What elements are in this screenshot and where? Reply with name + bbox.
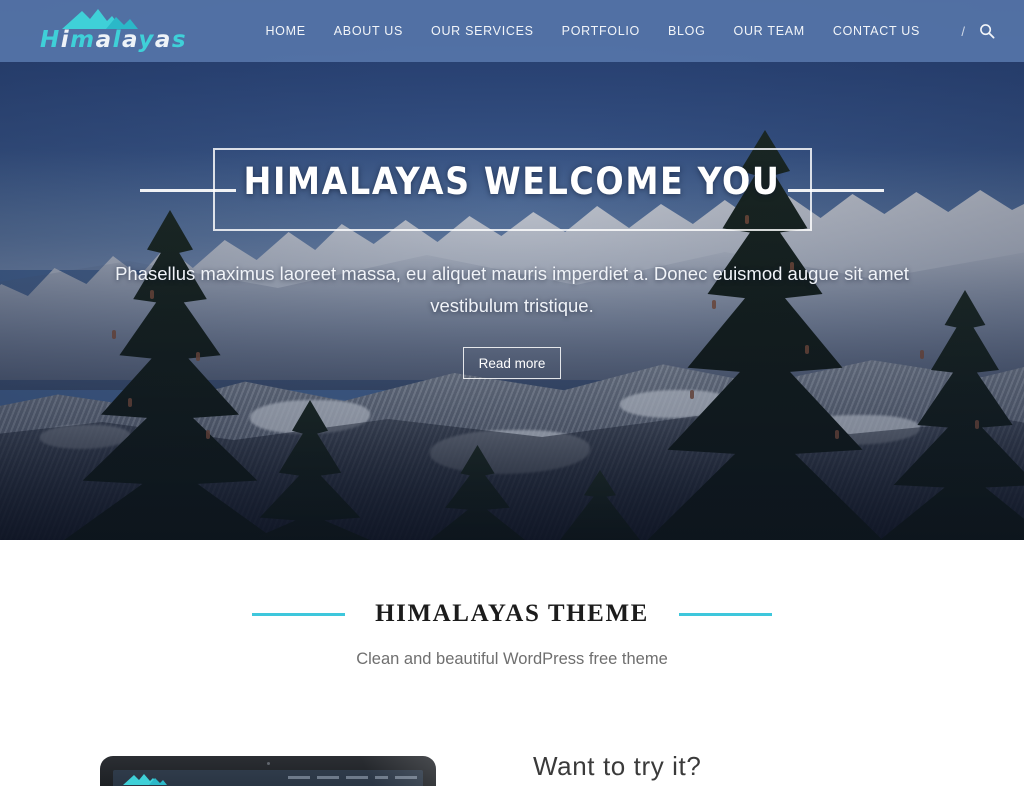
laptop-webcam <box>266 762 270 765</box>
mountain-logo-icon <box>122 772 168 786</box>
nav-separator: / <box>961 23 965 39</box>
header-tools: / <box>961 0 996 62</box>
section-subtitle: Clean and beautiful WordPress free theme <box>356 650 668 668</box>
laptop-mockup <box>100 756 436 786</box>
site-logo[interactable]: Himalayas <box>38 4 208 60</box>
promo-heading: Want to try it? <box>533 751 702 781</box>
nav-our-team[interactable]: OUR TEAM <box>720 0 819 62</box>
section-heading-row: HIMALAYAS THEME <box>0 600 1024 628</box>
section-title: HIMALAYAS THEME <box>375 600 649 627</box>
nav-blog[interactable]: BLOG <box>654 0 720 62</box>
theme-intro-section: HIMALAYAS THEME Clean and beautiful Word… <box>0 540 1024 786</box>
section-divider-left <box>252 612 346 616</box>
site-header: Himalayas HOME ABOUT US OUR SERVICES POR… <box>0 0 1024 62</box>
page-root: Himalayas HOME ABOUT US OUR SERVICES POR… <box>0 0 1024 786</box>
site-logo-text: Himalayas <box>40 27 188 53</box>
read-more-button[interactable]: Read more <box>463 347 561 379</box>
nav-home[interactable]: HOME <box>251 0 319 62</box>
hero-section: HIMALAYAS WELCOME YOU Phasellus maximus … <box>0 62 1024 540</box>
hero-title-frame: HIMALAYAS WELCOME YOU <box>0 140 1024 235</box>
nav-portfolio[interactable]: PORTFOLIO <box>548 0 654 62</box>
section-divider-right <box>678 612 772 616</box>
hero-title: HIMALAYAS WELCOME YOU <box>243 160 781 203</box>
nav-contact-us[interactable]: CONTACT US <box>819 0 934 62</box>
nav-our-services[interactable]: OUR SERVICES <box>417 0 548 62</box>
screen-nav-bar <box>288 776 310 779</box>
hero-subtitle: Phasellus maximus laoreet massa, eu aliq… <box>115 263 909 316</box>
search-icon[interactable] <box>978 22 996 40</box>
nav-about-us[interactable]: ABOUT US <box>320 0 417 62</box>
primary-navigation: HOME ABOUT US OUR SERVICES PORTFOLIO BLO… <box>251 0 934 62</box>
